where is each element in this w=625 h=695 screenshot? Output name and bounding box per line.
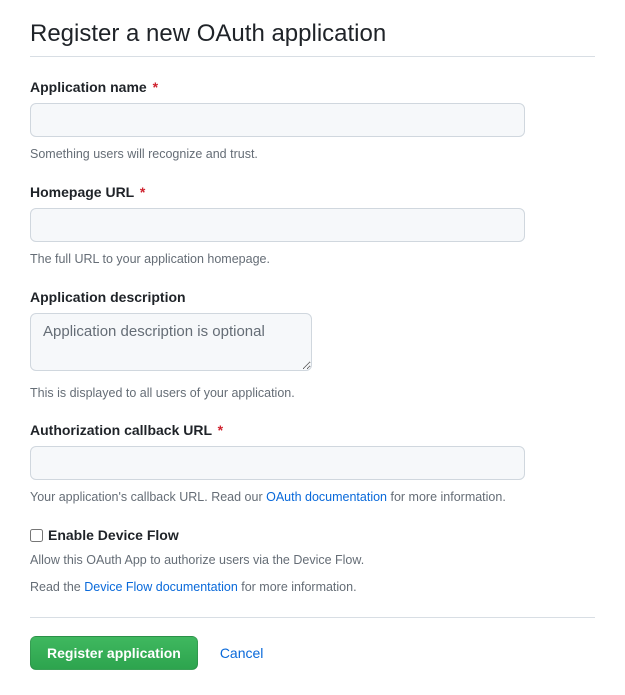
homepage-help: The full URL to your application homepag… bbox=[30, 250, 595, 269]
form-actions: Register application Cancel bbox=[30, 636, 595, 670]
device-flow-label-row: Enable Device Flow bbox=[30, 527, 595, 543]
cancel-link[interactable]: Cancel bbox=[220, 645, 264, 661]
callback-input[interactable] bbox=[30, 446, 525, 480]
device-flow-help-2: Read the Device Flow documentation for m… bbox=[30, 578, 595, 597]
required-marker: * bbox=[140, 184, 145, 200]
device-flow-label: Enable Device Flow bbox=[48, 527, 179, 543]
required-marker: * bbox=[218, 422, 223, 438]
oauth-doc-link[interactable]: OAuth documentation bbox=[266, 490, 387, 504]
field-homepage-url: Homepage URL * The full URL to your appl… bbox=[30, 184, 595, 269]
field-callback-url: Authorization callback URL * Your applic… bbox=[30, 422, 595, 507]
device-flow-help-1: Allow this OAuth App to authorize users … bbox=[30, 551, 595, 570]
required-marker: * bbox=[153, 79, 158, 95]
field-app-name: Application name * Something users will … bbox=[30, 79, 595, 164]
app-name-help: Something users will recognize and trust… bbox=[30, 145, 595, 164]
description-textarea[interactable] bbox=[30, 313, 312, 371]
field-device-flow: Enable Device Flow Allow this OAuth App … bbox=[30, 527, 595, 597]
description-label: Application description bbox=[30, 289, 595, 305]
device-flow-checkbox[interactable] bbox=[30, 529, 43, 542]
divider bbox=[30, 617, 595, 618]
homepage-label: Homepage URL * bbox=[30, 184, 595, 200]
oauth-registration-form: Application name * Something users will … bbox=[30, 79, 595, 670]
register-button[interactable]: Register application bbox=[30, 636, 198, 670]
field-description: Application description This is displaye… bbox=[30, 289, 595, 403]
device-flow-doc-link[interactable]: Device Flow documentation bbox=[84, 580, 238, 594]
callback-label: Authorization callback URL * bbox=[30, 422, 595, 438]
description-help: This is displayed to all users of your a… bbox=[30, 384, 595, 403]
homepage-input[interactable] bbox=[30, 208, 525, 242]
page-title: Register a new OAuth application bbox=[30, 20, 595, 57]
callback-help: Your application's callback URL. Read ou… bbox=[30, 488, 595, 507]
app-name-label: Application name * bbox=[30, 79, 595, 95]
app-name-input[interactable] bbox=[30, 103, 525, 137]
